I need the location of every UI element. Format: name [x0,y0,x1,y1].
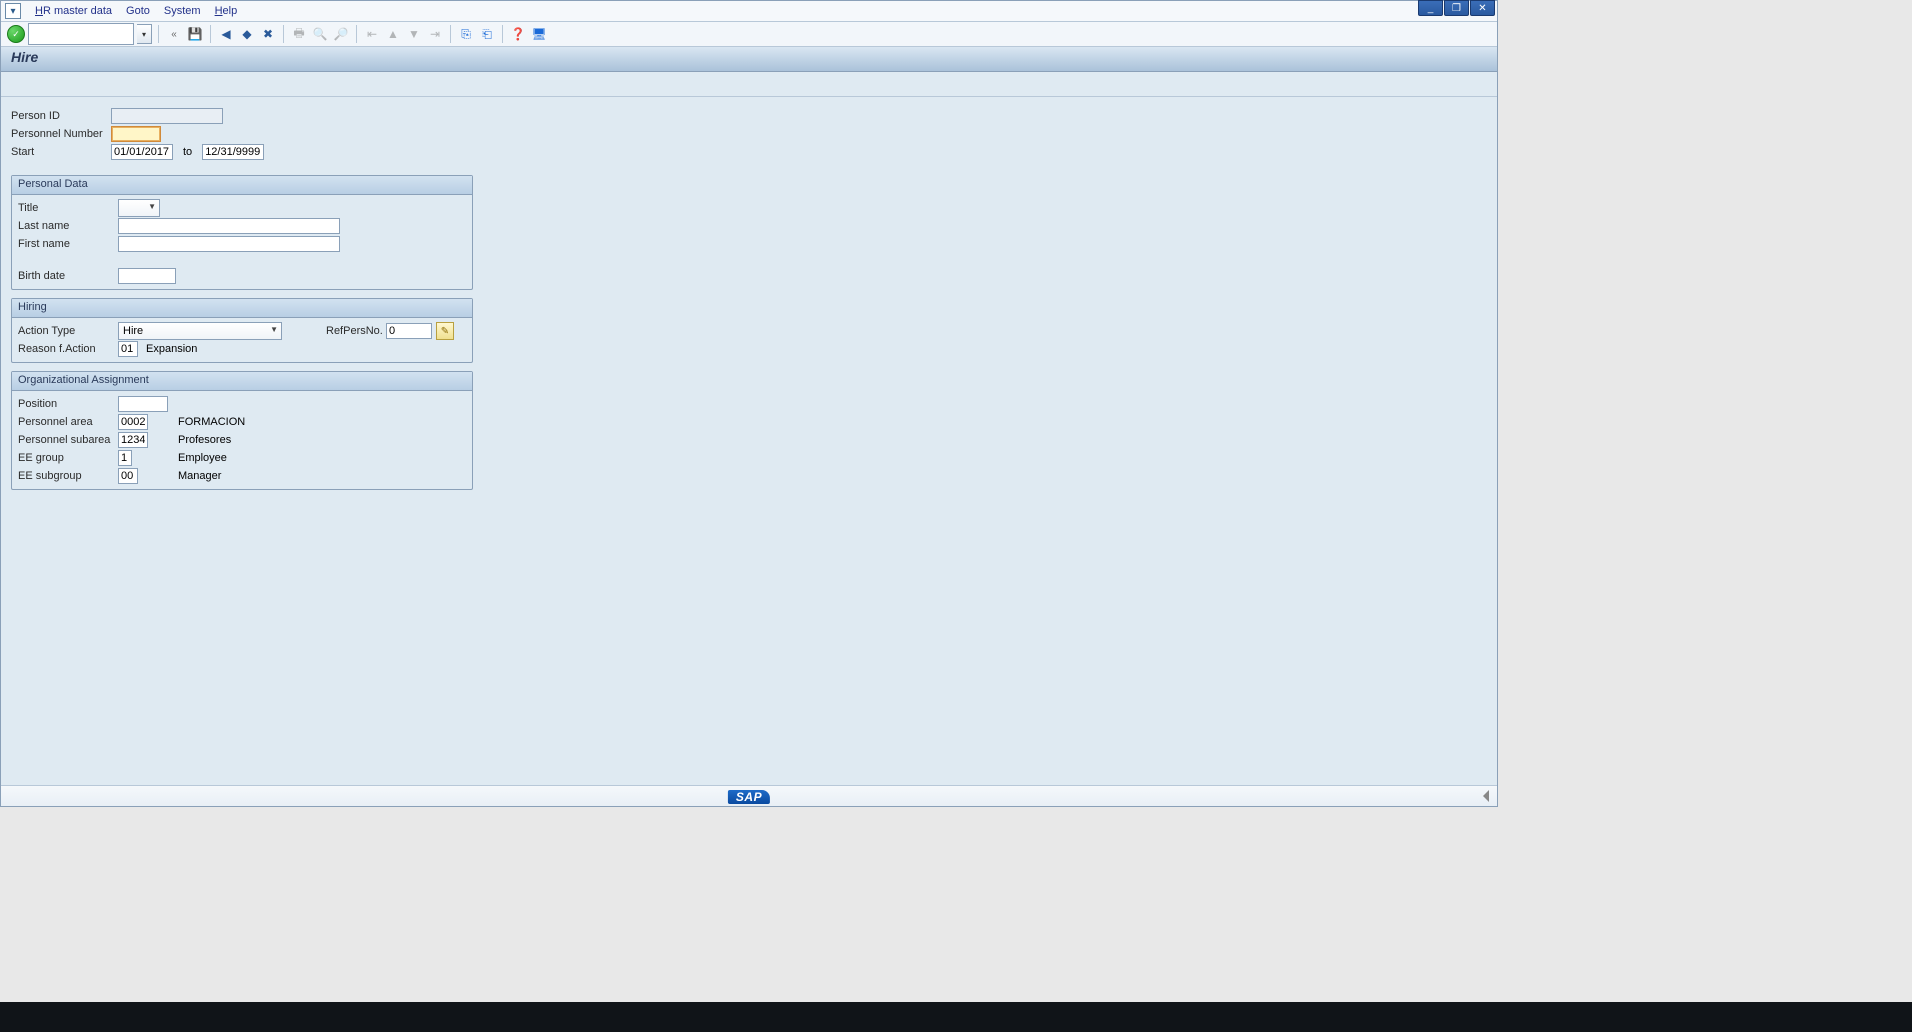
separator [356,25,357,43]
first-page-icon: ⇤ [363,25,381,43]
hiring-group: Hiring Action Type Hire RefPersNo. ✎ Rea… [11,298,473,363]
ee-subgroup-label: EE subgroup [18,470,118,482]
back-icon[interactable]: ◀ [217,25,235,43]
org-assignment-legend: Organizational Assignment [12,372,472,391]
personnel-area-code-field[interactable] [118,414,148,430]
first-name-field[interactable] [118,236,340,252]
history-icon[interactable]: « [165,25,183,43]
application-toolbar [1,72,1497,97]
birth-date-field[interactable] [118,268,176,284]
last-page-icon: ⇥ [426,25,444,43]
ee-subgroup-text: Manager [178,470,221,482]
minimize-button[interactable]: _ [1418,0,1443,16]
os-taskbar [0,1002,1912,1032]
window-menu-icon[interactable]: ▾ [5,3,21,19]
ee-group-code-field[interactable] [118,450,132,466]
end-date-field[interactable] [202,144,264,160]
new-session-icon[interactable]: ⎘ [457,25,475,43]
status-expand-icon[interactable] [1483,790,1489,802]
birth-date-label: Birth date [18,270,118,282]
enter-button[interactable]: ✓ [7,25,25,43]
personal-data-legend: Personal Data [12,176,472,195]
menu-hr-master-data[interactable]: HR master data [35,5,112,17]
reason-action-label: Reason f.Action [18,343,118,355]
help-icon[interactable]: ❓ [509,25,527,43]
personnel-subarea-text: Profesores [178,434,231,446]
position-label: Position [18,398,118,410]
next-page-icon: ▼ [405,25,423,43]
command-dropdown[interactable]: ▾ [137,24,152,44]
refpersno-edit-button[interactable]: ✎ [436,322,454,340]
ee-group-label: EE group [18,452,118,464]
content-area: Person ID Personnel Number Start to Pers… [1,97,1497,508]
hiring-legend: Hiring [12,299,472,318]
close-button[interactable]: ✕ [1470,0,1495,16]
person-id-label: Person ID [11,110,111,122]
reason-code-field[interactable] [118,341,138,357]
personnel-number-field[interactable] [111,126,161,142]
title-select[interactable] [118,199,160,217]
personal-data-group: Personal Data Title Last name First name… [11,175,473,290]
personnel-number-label: Personnel Number [11,128,111,140]
title-label: Title [18,202,118,214]
separator [450,25,451,43]
window-controls: _ ❐ ✕ [1418,0,1495,16]
last-name-label: Last name [18,220,118,232]
personnel-area-text: FORMACION [178,416,245,428]
personnel-subarea-label: Personnel subarea [18,434,118,446]
action-type-value: Hire [123,325,143,337]
separator [502,25,503,43]
menubar: ▾ HR master data Goto System Help _ ❐ ✕ [1,1,1497,22]
page-title: Hire [1,47,1497,72]
system-toolbar: ✓ ▾ « 💾 ◀ ◆ ✖ 🖶 🔍 🔎 ⇤ ▲ ▼ ⇥ ⎘ ⎗ ❓ 🖥 [1,22,1497,47]
start-date-field[interactable] [111,144,173,160]
reason-text: Expansion [146,343,197,355]
start-label: Start [11,146,111,158]
menu-goto[interactable]: Goto [126,5,150,17]
refpersno-label: RefPersNo. [326,325,386,337]
menu-help[interactable]: Help [215,5,238,17]
command-field[interactable] [28,23,134,45]
menu-system[interactable]: System [164,5,201,17]
header-fields: Person ID Personnel Number Start to [11,107,1487,161]
ee-group-text: Employee [178,452,227,464]
cancel-icon[interactable]: ✖ [259,25,277,43]
last-name-field[interactable] [118,218,340,234]
personnel-area-label: Personnel area [18,416,118,428]
save-icon[interactable]: 💾 [186,25,204,43]
shortcut-icon[interactable]: ⎗ [478,25,496,43]
statusbar: SAP [1,785,1497,806]
find-icon: 🔍 [311,25,329,43]
prev-page-icon: ▲ [384,25,402,43]
person-id-field[interactable] [111,108,223,124]
print-icon: 🖶 [290,25,308,43]
separator [158,25,159,43]
action-type-select[interactable]: Hire [118,322,282,340]
org-assignment-group: Organizational Assignment Position Perso… [11,371,473,490]
refpersno-field[interactable] [386,323,432,339]
separator [283,25,284,43]
first-name-label: First name [18,238,118,250]
sap-window: ▾ HR master data Goto System Help _ ❐ ✕ … [0,0,1498,807]
maximize-button[interactable]: ❐ [1444,0,1469,16]
sap-logo: SAP [728,790,770,804]
layout-icon[interactable]: 🖥 [530,25,548,43]
personnel-subarea-code-field[interactable] [118,432,148,448]
to-label: to [183,146,192,158]
action-type-label: Action Type [18,325,118,337]
exit-icon[interactable]: ◆ [238,25,256,43]
find-next-icon: 🔎 [332,25,350,43]
separator [210,25,211,43]
ee-subgroup-code-field[interactable] [118,468,138,484]
position-field[interactable] [118,396,168,412]
